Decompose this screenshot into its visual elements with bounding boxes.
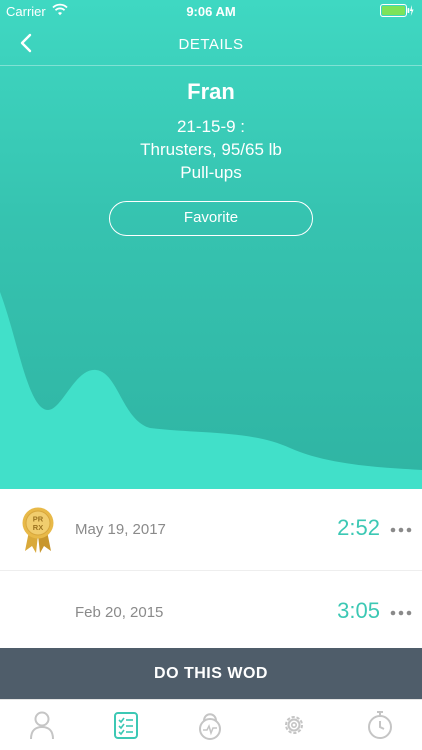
tab-bar xyxy=(0,699,422,750)
favorite-button[interactable]: Favorite xyxy=(109,201,313,236)
battery-icon xyxy=(380,4,414,17)
navigation-bar: DETAILS xyxy=(0,22,422,66)
more-options-icon[interactable] xyxy=(390,526,412,534)
stopwatch-icon[interactable] xyxy=(366,710,394,740)
wod-description-line: 21-15-9 : xyxy=(176,117,246,136)
profile-icon[interactable] xyxy=(28,710,56,740)
result-row[interactable]: Feb 20, 2015 3:05 xyxy=(0,572,422,654)
do-this-wod-button[interactable]: DO THIS WOD xyxy=(0,648,422,699)
wod-description-line: Thrusters, 95/65 lb xyxy=(140,140,282,159)
result-time: 3:05 xyxy=(337,598,380,623)
kettlebell-icon[interactable] xyxy=(196,710,224,740)
result-date: Feb 20, 2015 xyxy=(75,604,164,621)
wod-description-line: Pull-ups xyxy=(180,163,242,182)
result-date: May 19, 2017 xyxy=(75,521,166,538)
checklist-icon[interactable] xyxy=(112,710,140,740)
more-options-icon[interactable] xyxy=(390,609,412,617)
result-time: 2:52 xyxy=(337,515,380,540)
page-title: DETAILS xyxy=(178,36,244,53)
status-time: 9:06 AM xyxy=(186,4,236,19)
hero-header: Carrier 9:06 AM DETAILS Fran 21-15-9 : T… xyxy=(0,0,422,489)
rx-badge-text: RX xyxy=(33,523,43,532)
history-area-chart xyxy=(0,292,422,489)
wod-name: Fran xyxy=(187,79,235,104)
history-area-shape xyxy=(0,292,422,489)
status-bar: Carrier 9:06 AM xyxy=(0,0,422,22)
wod-description: 21-15-9 : Thrusters, 95/65 lb Pull-ups xyxy=(0,115,422,184)
result-row[interactable]: PR RX May 19, 2017 2:52 xyxy=(0,489,422,571)
pr-badge-icon: PR RX xyxy=(22,507,54,553)
settings-gear-icon[interactable] xyxy=(280,710,308,740)
